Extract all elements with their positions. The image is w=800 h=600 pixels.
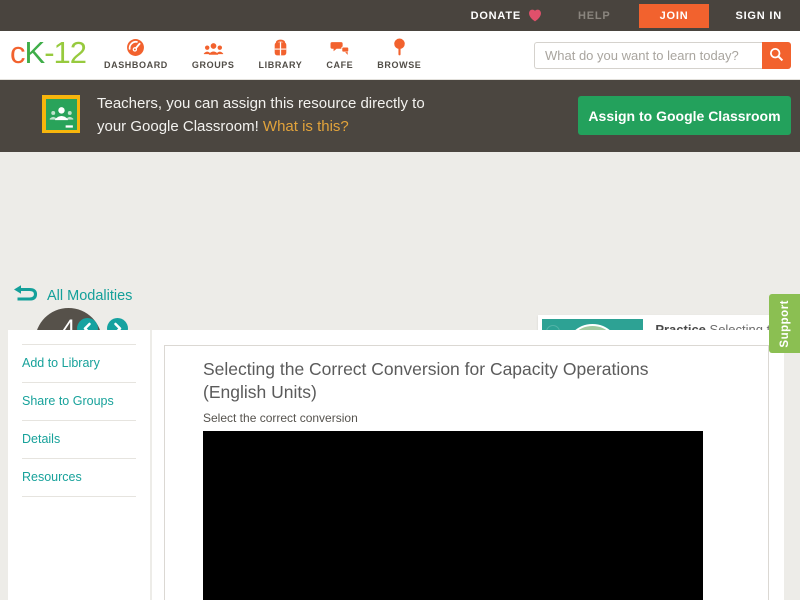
nav-item-browse[interactable]: BROWSE <box>365 38 433 70</box>
cafe-chat-icon <box>330 38 350 57</box>
lesson-header-section: 4 Selecting the Correct Conversion for C… <box>0 152 800 330</box>
nav-item-cafe[interactable]: CAFE <box>314 38 365 70</box>
donate-label: DONATE <box>471 10 521 22</box>
help-link[interactable]: HELP <box>578 10 611 22</box>
join-button[interactable]: JOIN <box>639 4 710 28</box>
dashboard-gauge-icon <box>126 38 145 57</box>
browse-bulb-icon <box>393 38 406 57</box>
all-modalities-label: All Modalities <box>47 288 132 304</box>
support-tab-label: Support <box>779 300 791 348</box>
heart-icon <box>528 9 542 22</box>
nav-menu: DASHBOARD GROUPS LIBRARY CAFE <box>92 38 433 70</box>
main-navbar: cK-12 DASHBOARD GROUPS LIBRARY <box>0 31 800 80</box>
content-area: Add to Library Share to Groups Details R… <box>0 330 800 600</box>
content-heading: Selecting the Correct Conversion for Cap… <box>203 358 703 404</box>
sidebar-item-share-to-groups[interactable]: Share to Groups <box>22 382 136 420</box>
back-arrow-icon <box>14 284 38 307</box>
banner-message: Teachers, you can assign this resource d… <box>97 92 425 138</box>
search-button[interactable] <box>762 42 791 69</box>
library-backpack-icon <box>272 38 289 57</box>
assign-to-google-classroom-button[interactable]: Assign to Google Classroom <box>578 96 791 135</box>
sidebar-item-resources[interactable]: Resources <box>22 458 136 497</box>
nav-item-dashboard[interactable]: DASHBOARD <box>92 38 180 70</box>
lesson-content-box: Selecting the Correct Conversion for Cap… <box>164 345 769 600</box>
support-tab[interactable]: Support <box>769 294 800 353</box>
all-modalities-link[interactable]: All Modalities <box>14 284 132 307</box>
nav-item-groups[interactable]: GROUPS <box>180 38 247 70</box>
ck12-logo[interactable]: cK-12 <box>10 35 86 71</box>
sidebar-item-add-to-library[interactable]: Add to Library <box>22 344 136 382</box>
top-utility-bar: DONATE HELP JOIN SIGN IN <box>0 0 800 31</box>
lesson-main-panel: Selecting the Correct Conversion for Cap… <box>152 330 784 600</box>
search-icon <box>769 47 784 65</box>
sidebar-item-details[interactable]: Details <box>22 420 136 458</box>
google-classroom-banner: Teachers, you can assign this resource d… <box>0 80 800 152</box>
what-is-this-link[interactable]: What is this? <box>263 118 349 135</box>
lesson-sidebar: Add to Library Share to Groups Details R… <box>8 330 150 600</box>
nav-item-library[interactable]: LIBRARY <box>247 38 315 70</box>
lesson-video-player[interactable] <box>203 431 703 600</box>
search-input[interactable] <box>534 42 762 69</box>
content-instruction: Select the correct conversion <box>203 411 768 425</box>
donate-link[interactable]: DONATE <box>471 9 542 22</box>
google-classroom-icon <box>42 95 80 133</box>
signin-link[interactable]: SIGN IN <box>735 10 782 22</box>
page: DONATE HELP JOIN SIGN IN cK-12 DASHBOARD <box>0 0 800 600</box>
groups-people-icon <box>203 38 224 57</box>
search-bar <box>534 42 791 69</box>
